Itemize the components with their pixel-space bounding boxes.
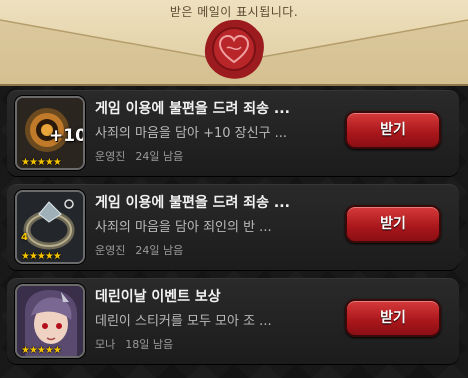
enhance-level-badge: +10 <box>49 126 85 146</box>
wax-seal-icon <box>204 19 264 79</box>
mail-title: 게임 이용에 불편을 드려 죄송 ... <box>95 195 290 211</box>
mail-item: +10 ★★★★★ 게임 이용에 불편을 드려 죄송 ... 사죄의 마음을 담… <box>7 90 459 176</box>
reward-item-icon: +10 ★★★★★ <box>15 96 85 170</box>
mail-list: +10 ★★★★★ 게임 이용에 불편을 드려 죄송 ... 사죄의 마음을 담… <box>0 86 468 378</box>
receive-button[interactable]: 받기 <box>345 205 441 243</box>
reward-item-icon: 4 ★★★★★ <box>15 190 85 264</box>
mail-title: 데린이날 이벤트 보상 <box>95 289 221 305</box>
receive-button[interactable]: 받기 <box>345 111 441 149</box>
mail-expiry: 24일 남음 <box>135 244 184 257</box>
item-grade-badge: 4 <box>21 232 28 243</box>
mail-meta: 운영진 24일 남음 <box>95 242 183 258</box>
mail-item: 4 ★★★★★ 게임 이용에 불편을 드려 죄송 ... 사죄의 마음을 담아 … <box>7 184 459 270</box>
envelope-header: 받은 메일이 표시됩니다. <box>0 0 468 88</box>
mail-meta: 운영진 24일 남음 <box>95 148 183 164</box>
mail-description: 데린이 스티커를 모두 모아 조 ... <box>95 314 272 329</box>
mail-description: 사죄의 마음을 담아 죄인의 반 ... <box>95 220 272 235</box>
mail-sender: 운영진 <box>95 244 126 257</box>
mail-description: 사죄의 마음을 담아 +10 장신구 ... <box>95 126 288 141</box>
reward-item-icon: ★★★★★ <box>15 284 85 358</box>
mail-expiry: 18일 남음 <box>125 338 174 351</box>
item-stars: ★★★★★ <box>21 345 62 356</box>
receive-button[interactable]: 받기 <box>345 299 441 337</box>
mail-sender: 운영진 <box>95 150 126 163</box>
mail-title: 게임 이용에 불편을 드려 죄송 ... <box>95 101 290 117</box>
item-stars: ★★★★★ <box>21 251 62 262</box>
mail-meta: 모나 18일 남음 <box>95 336 173 352</box>
mail-expiry: 24일 남음 <box>135 150 184 163</box>
mail-item: ★★★★★ 데린이날 이벤트 보상 데린이 스티커를 모두 모아 조 ... 모… <box>7 278 459 364</box>
item-stars: ★★★★★ <box>21 157 62 168</box>
mail-sender: 모나 <box>95 338 116 351</box>
